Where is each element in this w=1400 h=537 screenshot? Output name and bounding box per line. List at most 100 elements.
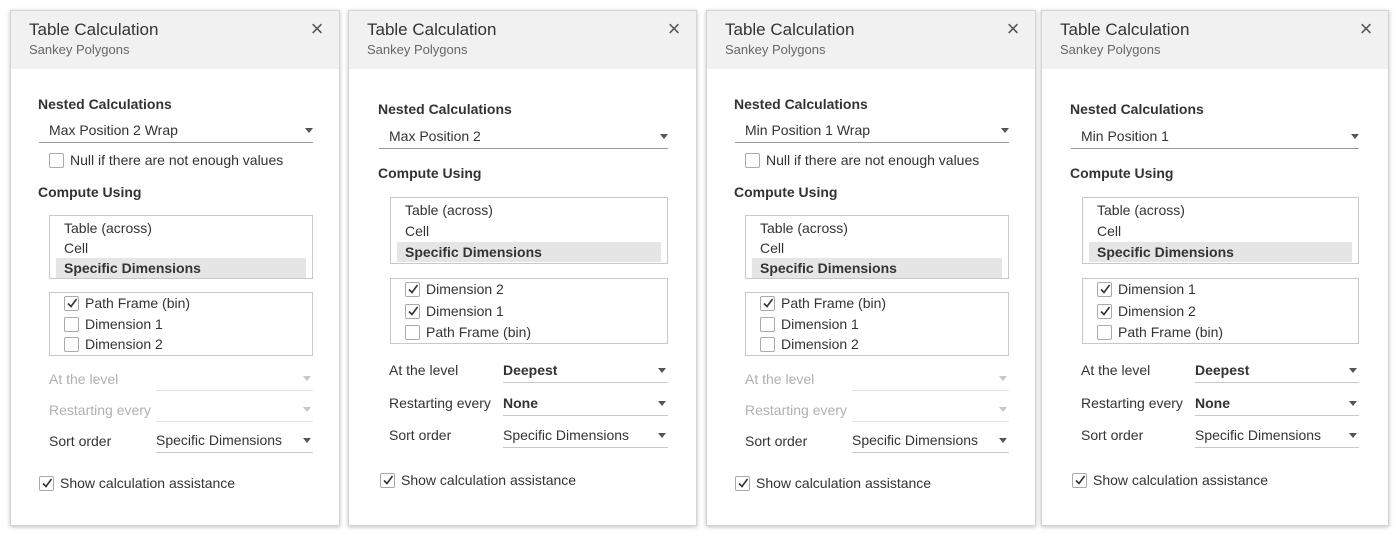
restarting-every-label: Restarting every	[389, 395, 491, 411]
compute-option-table-across[interactable]: Table (across)	[397, 200, 661, 220]
compute-option-table-across[interactable]: Table (across)	[1089, 200, 1352, 220]
compute-option-cell[interactable]: Cell	[397, 221, 661, 241]
compute-option-table-across[interactable]: Table (across)	[752, 218, 1002, 238]
chevron-down-icon	[303, 376, 311, 381]
nested-calculations-value: Min Position 1	[1081, 128, 1169, 144]
checkmark-icon	[383, 475, 394, 485]
nested-calculations-label: Nested Calculations	[1070, 101, 1204, 117]
dimensions-list: Path Frame (bin) Dimension 1 Dimension 2	[49, 292, 313, 356]
sort-order-label: Sort order	[745, 433, 808, 449]
dialog-subtitle: Sankey Polygons	[1060, 42, 1161, 57]
checkbox-box	[745, 153, 760, 168]
table-calculation-dialog-1: Table Calculation Sankey Polygons × Nest…	[10, 10, 340, 526]
null-if-not-enough-label: Null if there are not enough values	[766, 152, 980, 168]
checkbox-box	[1072, 473, 1087, 488]
close-icon[interactable]: ×	[1356, 18, 1376, 40]
compute-option-specific-dimensions[interactable]: Specific Dimensions	[397, 242, 661, 262]
checkbox-box	[735, 476, 750, 491]
dimension-label: Dimension 1	[1118, 281, 1196, 297]
chevron-down-icon	[1349, 368, 1357, 373]
restarting-every-select[interactable]: None	[503, 392, 668, 416]
at-the-level-select[interactable]: Deepest	[1195, 359, 1359, 383]
checkbox-box	[1097, 325, 1112, 340]
sort-order-select[interactable]: Specific Dimensions	[503, 424, 668, 448]
checkbox-box	[1097, 304, 1112, 319]
compute-option-specific-dimensions[interactable]: Specific Dimensions	[1089, 242, 1352, 262]
nested-calculations-select[interactable]: Min Position 1 Wrap	[735, 119, 1009, 143]
sort-order-value: Specific Dimensions	[852, 432, 979, 448]
dimension-label: Dimension 2	[85, 336, 163, 352]
dialog-header: Table Calculation Sankey Polygons ×	[707, 11, 1035, 69]
compute-using-list: Table (across) Cell Specific Dimensions	[49, 215, 313, 279]
restarting-every-label: Restarting every	[745, 402, 847, 418]
chevron-down-icon	[1349, 433, 1357, 438]
chevron-down-icon	[303, 407, 311, 412]
nested-calculations-label: Nested Calculations	[38, 96, 172, 112]
at-the-level-label: At the level	[389, 362, 459, 378]
chevron-down-icon	[999, 376, 1007, 381]
at-the-level-label: At the level	[745, 371, 815, 387]
compute-option-cell[interactable]: Cell	[56, 238, 306, 258]
show-calculation-assistance-label: Show calculation assistance	[1093, 472, 1269, 488]
checkbox-box	[405, 325, 420, 340]
close-icon[interactable]: ×	[1003, 18, 1023, 40]
compute-using-label: Compute Using	[1070, 165, 1174, 181]
compute-using-label: Compute Using	[378, 165, 482, 181]
show-calculation-assistance-label: Show calculation assistance	[60, 475, 236, 491]
dimensions-list: Path Frame (bin) Dimension 1 Dimension 2	[745, 292, 1009, 356]
nested-calculations-select[interactable]: Min Position 1	[1071, 125, 1359, 149]
checkmark-icon	[42, 478, 53, 488]
table-calculation-dialog-3: Table Calculation Sankey Polygons × Nest…	[706, 10, 1036, 526]
at-the-level-select	[852, 367, 1009, 391]
compute-option-cell[interactable]: Cell	[752, 238, 1002, 258]
close-icon[interactable]: ×	[664, 18, 684, 40]
restarting-every-select	[156, 398, 313, 422]
at-the-level-value: Deepest	[503, 362, 558, 378]
at-the-level-value: Deepest	[1195, 362, 1250, 378]
at-the-level-label: At the level	[1081, 362, 1151, 378]
at-the-level-select[interactable]: Deepest	[503, 359, 668, 383]
dimension-label: Path Frame (bin)	[1118, 324, 1224, 340]
sort-order-label: Sort order	[49, 433, 112, 449]
dialog-subtitle: Sankey Polygons	[367, 42, 468, 57]
restarting-every-value: None	[1195, 395, 1230, 411]
close-icon[interactable]: ×	[307, 18, 327, 40]
dimension-label: Dimension 1	[426, 303, 504, 319]
compute-using-label: Compute Using	[38, 184, 142, 200]
dialog-title: Table Calculation	[367, 20, 497, 39]
dialog-subtitle: Sankey Polygons	[29, 42, 130, 57]
restarting-every-select	[852, 398, 1009, 422]
checkbox-box	[64, 337, 79, 352]
checkmark-icon	[763, 298, 774, 308]
sort-order-value: Specific Dimensions	[503, 427, 630, 443]
compute-using-list: Table (across) Cell Specific Dimensions	[745, 215, 1009, 279]
restarting-every-select[interactable]: None	[1195, 392, 1359, 416]
compute-using-list: Table (across) Cell Specific Dimensions	[1082, 197, 1359, 264]
checkmark-icon	[408, 306, 419, 316]
restarting-every-label: Restarting every	[49, 402, 151, 418]
sort-order-select[interactable]: Specific Dimensions	[156, 429, 313, 453]
nested-calculations-select[interactable]: Max Position 2 Wrap	[39, 119, 313, 143]
compute-option-specific-dimensions[interactable]: Specific Dimensions	[752, 258, 1002, 278]
at-the-level-select	[156, 367, 313, 391]
sort-order-label: Sort order	[1081, 427, 1144, 443]
sort-order-select[interactable]: Specific Dimensions	[852, 429, 1009, 453]
chevron-down-icon	[1351, 134, 1359, 139]
compute-option-cell[interactable]: Cell	[1089, 221, 1352, 241]
chevron-down-icon	[305, 128, 313, 133]
dialog-header: Table Calculation Sankey Polygons ×	[1042, 11, 1388, 69]
chevron-down-icon	[999, 407, 1007, 412]
checkbox-box	[1097, 282, 1112, 297]
compute-option-table-across[interactable]: Table (across)	[56, 218, 306, 238]
table-calculation-dialog-2: Table Calculation Sankey Polygons × Nest…	[348, 10, 697, 526]
dimension-label: Dimension 2	[1118, 303, 1196, 319]
compute-using-label: Compute Using	[734, 184, 838, 200]
chevron-down-icon	[658, 401, 666, 406]
chevron-down-icon	[660, 134, 668, 139]
nested-calculations-value: Max Position 2	[389, 128, 481, 144]
nested-calculations-select[interactable]: Max Position 2	[379, 125, 668, 149]
dialog-subtitle: Sankey Polygons	[725, 42, 826, 57]
compute-option-specific-dimensions[interactable]: Specific Dimensions	[56, 258, 306, 278]
restarting-every-label: Restarting every	[1081, 395, 1183, 411]
sort-order-select[interactable]: Specific Dimensions	[1195, 424, 1359, 448]
